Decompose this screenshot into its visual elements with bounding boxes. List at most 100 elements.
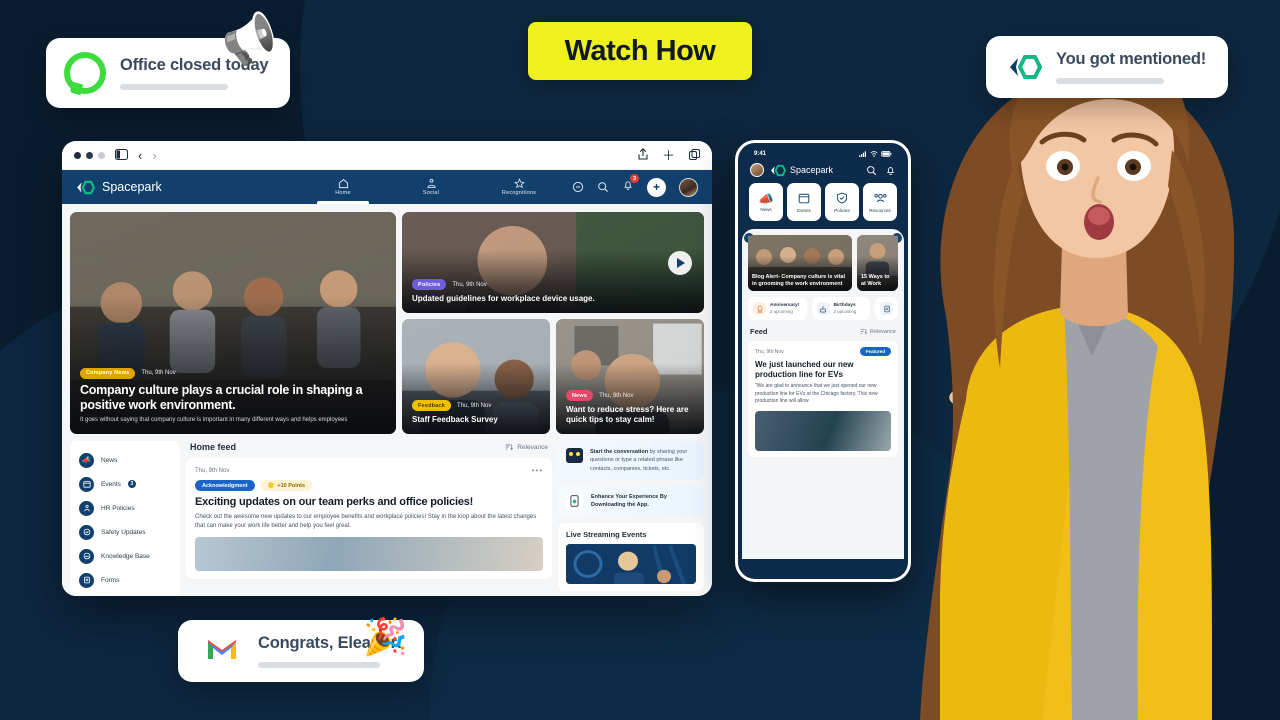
app-top-navigation: Spacepark Home Social Recognitions 3 + xyxy=(62,170,712,204)
notification-placeholder-bar xyxy=(258,662,380,668)
sidebar-item-label: Forms xyxy=(101,576,120,584)
social-icon xyxy=(426,178,436,188)
calendar-icon xyxy=(79,476,94,492)
sidebar-item-label: Knowledge Base xyxy=(101,552,150,560)
sidebar-toggle-icon[interactable] xyxy=(115,148,128,162)
nav-item-label: Home xyxy=(335,190,351,196)
phone-chip-subtitle: 2 upcoming xyxy=(770,309,793,314)
sidebar-item-forms[interactable]: Forms xyxy=(70,568,180,592)
app-brand-label: Spacepark xyxy=(102,180,162,194)
hero-video-chip: Policies xyxy=(412,279,447,290)
award-icon xyxy=(753,302,766,315)
live-streaming-thumbnail xyxy=(566,543,696,584)
sidebar-item-events[interactable]: Events 3 xyxy=(70,472,180,496)
hero-section: Company News Thu, 9th Nov Company cultur… xyxy=(70,212,704,434)
notifications-bell[interactable]: 3 xyxy=(622,174,639,196)
phone-feed-title: Feed xyxy=(750,327,768,336)
sidebar-item-label: Safety Updates xyxy=(101,528,146,536)
live-streaming-card[interactable]: Live Streaming Events xyxy=(558,522,704,591)
ellipsis-icon[interactable]: ••• xyxy=(532,466,543,475)
desktop-browser-mockup: ‹ › ＋ Spacepark Home Social Recognitions… xyxy=(62,141,712,596)
notification-placeholder-bar xyxy=(1056,78,1164,84)
megaphone-icon: 📣 xyxy=(79,452,94,468)
bell-badge: 3 xyxy=(630,174,639,183)
post-tag-points: 🪙 +10 Points xyxy=(260,480,313,491)
knowledge-base-icon xyxy=(79,548,94,564)
home-icon xyxy=(338,178,348,189)
app-brand[interactable]: Spacepark xyxy=(76,180,162,195)
sidebar-item-hr-policies[interactable]: HR Policies xyxy=(70,496,180,520)
avatar[interactable] xyxy=(750,163,764,177)
quick-action-label: Events xyxy=(797,207,811,213)
create-button[interactable]: + xyxy=(647,177,666,197)
hero-video-card[interactable]: Policies Thu, 9th Nov Updated guidelines… xyxy=(402,212,704,313)
share-icon[interactable] xyxy=(638,148,648,162)
robot-icon xyxy=(566,448,583,463)
watch-how-button[interactable]: Watch How xyxy=(528,22,752,80)
hr-policies-icon xyxy=(79,500,94,516)
app-sidebar: 📣 News Events 3 HR Policies Safety Updat… xyxy=(70,441,180,596)
new-tab-icon[interactable]: ＋ xyxy=(662,149,675,162)
sidebar-item-label: Events xyxy=(101,480,121,488)
hero-small-chip: News xyxy=(566,390,594,401)
nav-item-label: Social xyxy=(422,190,440,196)
assistant-text-bold: Start the conversation xyxy=(590,449,649,455)
mobile-phone-icon xyxy=(566,492,583,510)
back-icon[interactable]: ‹ xyxy=(138,149,142,162)
sidebar-item-safety-updates[interactable]: Safety Updates xyxy=(70,520,180,544)
notification-you-got-mentioned[interactable]: You got mentioned! xyxy=(986,36,1229,98)
app-nav-items: Home Social Recognitions xyxy=(317,170,545,204)
shield-check-icon xyxy=(79,524,94,540)
hero-title: Company culture plays a crucial role in … xyxy=(80,382,363,412)
post-tag-acknowledgment: Acknowledgment xyxy=(195,480,255,491)
window-traffic-lights[interactable] xyxy=(74,151,105,159)
hero-chip: Company News xyxy=(80,367,136,379)
phone-chip-anniversary[interactable]: Anniversary! 2 upcoming xyxy=(748,297,807,320)
sidebar-item-label: News xyxy=(101,456,118,464)
post-date: Thu, 9th Nov xyxy=(195,467,230,474)
play-icon[interactable] xyxy=(668,250,692,275)
forward-icon[interactable]: › xyxy=(152,149,156,162)
hero-main-card[interactable]: Company News Thu, 9th Nov Company cultur… xyxy=(70,212,396,434)
sort-icon xyxy=(506,444,514,450)
megaphone-icon: 📣 xyxy=(758,191,774,206)
quick-action-label: News xyxy=(760,206,772,212)
feed-title: Home feed xyxy=(190,442,237,452)
app-nav-actions: 3 + xyxy=(572,174,698,197)
sidebar-item-knowledge-base[interactable]: Knowledge Base xyxy=(70,544,180,568)
quick-action-news[interactable]: 📣 News xyxy=(749,183,783,221)
post-points-label: +10 Points xyxy=(277,482,306,489)
chat-icon[interactable] xyxy=(572,181,584,193)
right-column: Start the conversation by sharing your q… xyxy=(558,441,704,596)
feed-post[interactable]: Thu, 9th Nov ••• Acknowledgment 🪙 +10 Po… xyxy=(186,458,552,579)
status-time: 9:41 xyxy=(754,151,767,157)
browser-chrome-bar: ‹ › ＋ xyxy=(62,141,712,170)
hero-small-card-feedback[interactable]: Feedback Thu, 9th Nov Staff Feedback Sur… xyxy=(402,319,550,434)
feed-sort-control[interactable]: Relevance xyxy=(505,443,548,451)
feed-sort-label: Relevance xyxy=(517,443,548,451)
nav-item-social[interactable]: Social xyxy=(405,170,457,204)
feed-header: Home feed Relevance xyxy=(186,441,552,458)
app-promo-card[interactable]: Enhance Your Experience By Downloading t… xyxy=(558,485,704,517)
nav-item-recognitions[interactable]: Recognitions xyxy=(493,170,545,204)
hero-small-card-stress[interactable]: News Thu, 9th Nov Want to reduce stress?… xyxy=(556,319,704,434)
coin-icon: 🪙 xyxy=(267,482,275,489)
phone-chip-title: Anniversary! xyxy=(770,303,800,308)
hero-subtitle: It goes without saying that company cult… xyxy=(80,417,348,424)
lower-section: 📣 News Events 3 HR Policies Safety Updat… xyxy=(70,441,704,596)
avatar[interactable] xyxy=(679,177,698,197)
hero-small-title: Staff Feedback Survey xyxy=(412,415,498,424)
watch-how-label: Watch How xyxy=(564,34,716,67)
search-icon[interactable] xyxy=(597,181,609,193)
phone-post-date: Thu, 9th Nov xyxy=(755,348,784,355)
quick-action-events[interactable]: Events xyxy=(787,183,821,221)
star-icon xyxy=(513,178,525,189)
nav-item-home[interactable]: Home xyxy=(317,170,369,204)
nav-item-label: Recognitions xyxy=(501,190,537,196)
sidebar-item-news[interactable]: 📣 News xyxy=(70,448,180,472)
copy-tabs-icon[interactable] xyxy=(689,148,700,162)
app-promo-text: Enhance Your Experience By Downloading t… xyxy=(591,494,667,509)
assistant-card[interactable]: Start the conversation by sharing your q… xyxy=(558,441,704,480)
post-body: Check out the awesome new updates to our… xyxy=(195,514,537,530)
green-chat-bubble-icon xyxy=(64,52,106,94)
